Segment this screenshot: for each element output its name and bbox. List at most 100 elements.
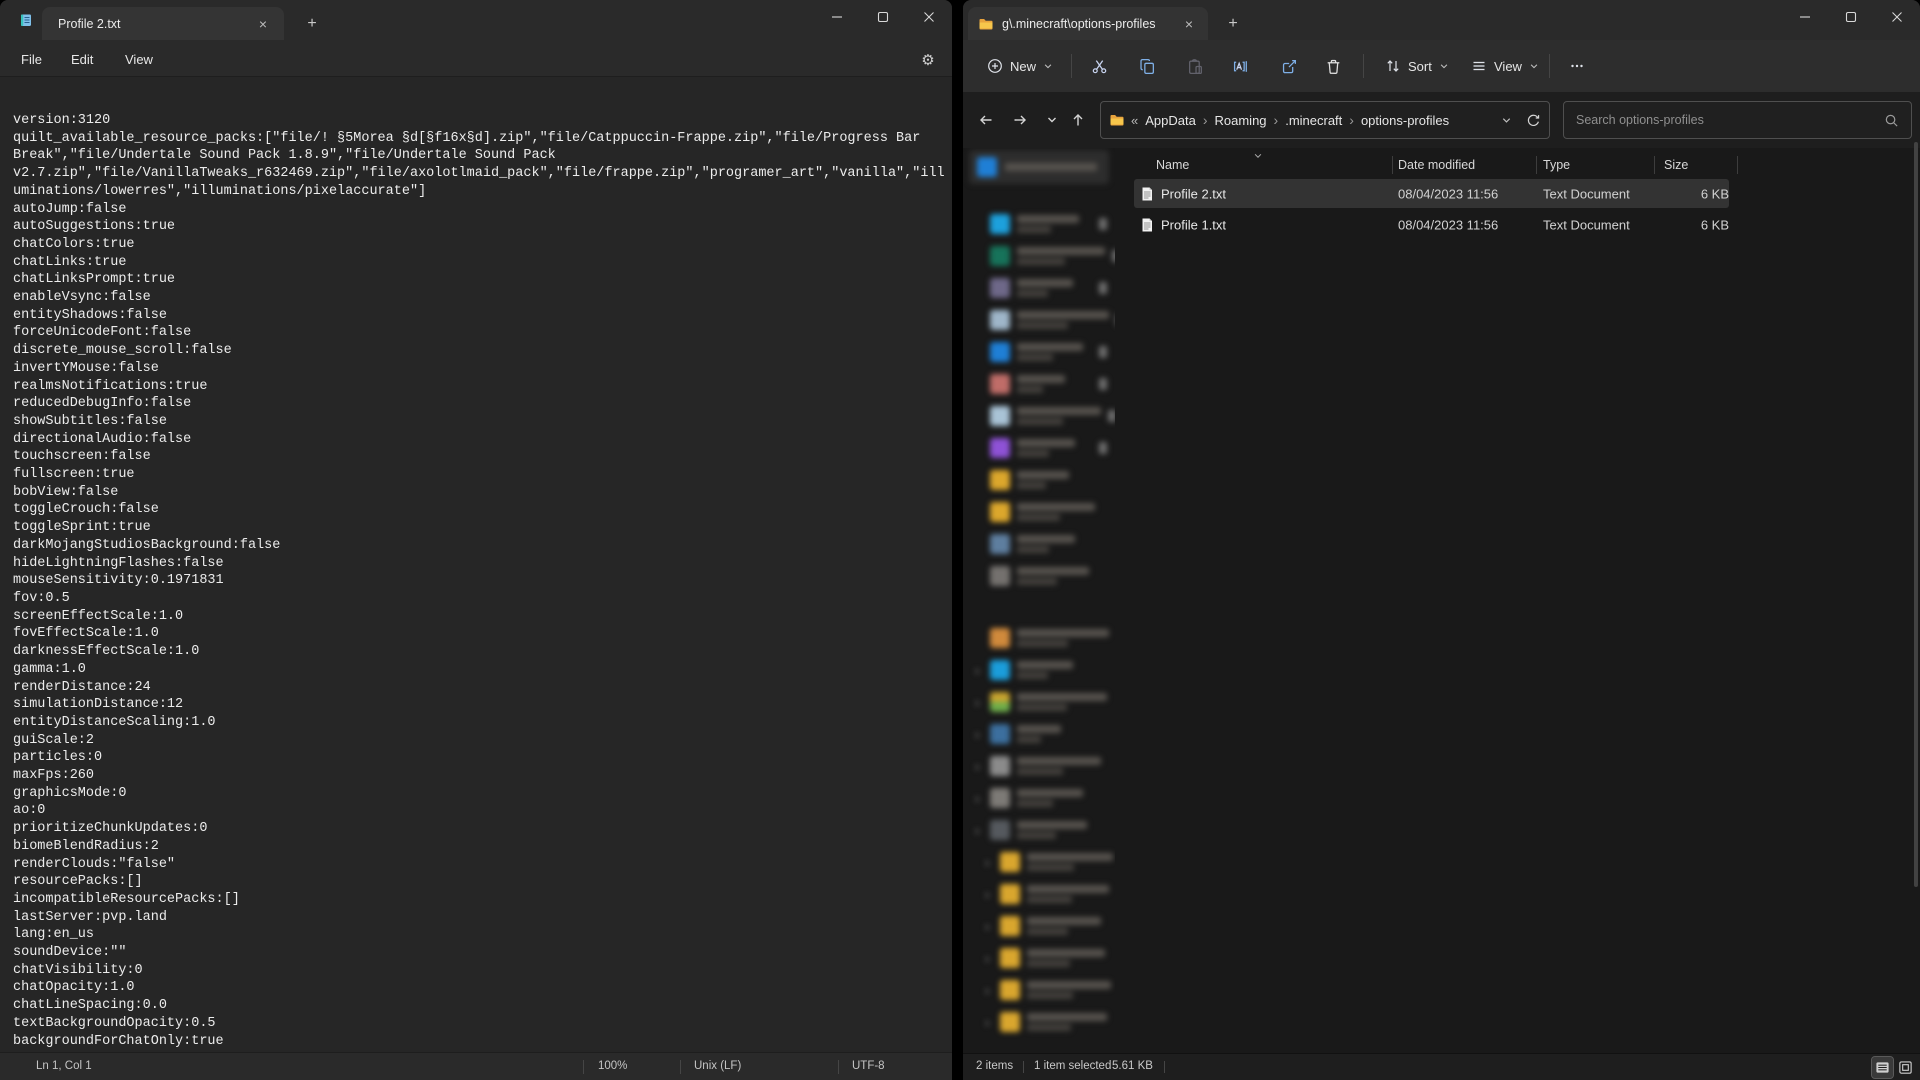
menu-file[interactable]: File bbox=[12, 47, 51, 71]
column-header-type[interactable]: Type bbox=[1543, 158, 1570, 172]
sidebar-item[interactable] bbox=[963, 464, 1115, 496]
column-header-name[interactable]: Name bbox=[1156, 158, 1189, 172]
sidebar-item[interactable] bbox=[963, 400, 1115, 432]
sidebar-item[interactable]: › bbox=[963, 1006, 1115, 1038]
copy-button[interactable] bbox=[1129, 50, 1166, 82]
breadcrumb[interactable]: « AppData›Roaming›.minecraft›options-pro… bbox=[1100, 101, 1550, 139]
icons-view-button[interactable] bbox=[1895, 1057, 1916, 1078]
sidebar-item[interactable] bbox=[963, 528, 1115, 560]
sidebar-item[interactable]: › bbox=[963, 654, 1115, 686]
cut-button[interactable] bbox=[1081, 50, 1118, 82]
menu-view[interactable]: View bbox=[116, 47, 162, 71]
sidebar-item[interactable] bbox=[963, 496, 1115, 528]
pin-icon bbox=[1099, 346, 1107, 358]
notepad-new-tab-button[interactable]: + bbox=[300, 12, 324, 36]
breadcrumb-item[interactable]: .minecraft bbox=[1280, 110, 1347, 131]
new-button-label: New bbox=[1010, 59, 1036, 74]
notepad-maximize-button[interactable] bbox=[860, 0, 906, 34]
delete-button[interactable] bbox=[1315, 50, 1352, 82]
notepad-text-editor[interactable]: version:3120quilt_available_resource_pac… bbox=[0, 76, 952, 1052]
sidebar-item[interactable] bbox=[963, 368, 1115, 400]
sidebar-item[interactable] bbox=[963, 336, 1115, 368]
notepad-close-button[interactable] bbox=[906, 0, 952, 34]
explorer-tab-close-icon[interactable]: × bbox=[1178, 13, 1200, 35]
sidebar-item-icon bbox=[990, 502, 1010, 522]
text-line: chatColors:true bbox=[13, 236, 952, 254]
text-line: lastServer:pvp.land bbox=[13, 909, 952, 927]
sidebar-item[interactable]: › bbox=[963, 750, 1115, 782]
explorer-close-button[interactable] bbox=[1874, 0, 1920, 34]
sidebar-item-label bbox=[1027, 1013, 1107, 1031]
notepad-minimize-button[interactable] bbox=[814, 0, 860, 34]
sidebar-item[interactable]: › bbox=[963, 686, 1115, 718]
address-dropdown-chevron-icon[interactable] bbox=[1501, 115, 1512, 126]
share-button[interactable] bbox=[1271, 50, 1308, 82]
notepad-tab[interactable]: Profile 2.txt × bbox=[42, 7, 284, 40]
zoom-level[interactable]: 100% bbox=[598, 1060, 627, 1072]
text-line: mouseSensitivity:0.1971831 bbox=[13, 572, 952, 590]
search-input[interactable] bbox=[1564, 113, 1884, 127]
column-header-date[interactable]: Date modified bbox=[1398, 158, 1475, 172]
explorer-sidebar[interactable]: ›››››››››››› bbox=[963, 148, 1115, 1053]
sidebar-item[interactable] bbox=[963, 272, 1115, 304]
sidebar-item[interactable] bbox=[963, 560, 1115, 592]
notepad-titlebar: Profile 2.txt × + bbox=[0, 0, 952, 40]
paste-button[interactable] bbox=[1177, 50, 1214, 82]
explorer-minimize-button[interactable] bbox=[1782, 0, 1828, 34]
sidebar-item[interactable]: › bbox=[963, 878, 1115, 910]
sidebar-item[interactable]: › bbox=[963, 782, 1115, 814]
sidebar-item[interactable]: › bbox=[963, 974, 1115, 1006]
breadcrumb-item[interactable]: AppData bbox=[1140, 110, 1201, 131]
text-line: graphicsMode:0 bbox=[13, 785, 952, 803]
sort-button[interactable]: Sort bbox=[1375, 50, 1459, 82]
text-line: chatVisibility:0 bbox=[13, 962, 952, 980]
sidebar-item[interactable]: › bbox=[963, 846, 1115, 878]
breadcrumb-item[interactable]: Roaming bbox=[1210, 110, 1272, 131]
encoding[interactable]: UTF-8 bbox=[852, 1060, 885, 1072]
breadcrumb-overflow[interactable]: « bbox=[1125, 110, 1140, 131]
sidebar-item[interactable] bbox=[963, 622, 1115, 654]
cursor-position: Ln 1, Col 1 bbox=[36, 1060, 92, 1072]
search-icon[interactable] bbox=[1884, 113, 1899, 128]
sidebar-item-icon bbox=[990, 310, 1010, 330]
column-header-size[interactable]: Size bbox=[1664, 158, 1688, 172]
sidebar-scrollbar[interactable] bbox=[1914, 142, 1918, 887]
sidebar-item[interactable]: › bbox=[963, 942, 1115, 974]
explorer-new-tab-button[interactable]: + bbox=[1221, 12, 1245, 36]
explorer-tab[interactable]: g\.minecraft\options-profiles × bbox=[968, 7, 1208, 40]
details-view-button[interactable] bbox=[1872, 1057, 1893, 1078]
explorer-statusbar: 2 items 1 item selected 5.61 KB bbox=[963, 1053, 1920, 1080]
breadcrumb-item[interactable]: options-profiles bbox=[1356, 110, 1454, 131]
view-button-label: View bbox=[1494, 59, 1522, 74]
sidebar-item[interactable]: › bbox=[963, 718, 1115, 750]
sidebar-item[interactable] bbox=[963, 208, 1115, 240]
sidebar-item[interactable] bbox=[963, 304, 1115, 336]
text-line: prioritizeChunkUpdates:0 bbox=[13, 820, 952, 838]
text-line: uminations/lowerres","illuminations/pixe… bbox=[13, 183, 952, 201]
file-row[interactable]: Profile 2.txt08/04/2023 11:56Text Docume… bbox=[1115, 178, 1920, 209]
sidebar-item-label bbox=[1017, 725, 1107, 743]
line-ending[interactable]: Unix (LF) bbox=[694, 1060, 741, 1072]
sidebar-item[interactable] bbox=[963, 240, 1115, 272]
more-options-button[interactable] bbox=[1559, 50, 1595, 82]
sidebar-item-icon bbox=[990, 214, 1010, 234]
sidebar-item-home[interactable] bbox=[969, 150, 1109, 184]
sidebar-item[interactable]: › bbox=[963, 814, 1115, 846]
settings-gear-icon[interactable]: ⚙ bbox=[916, 48, 940, 72]
forward-button[interactable] bbox=[1005, 105, 1035, 135]
up-button[interactable] bbox=[1063, 105, 1093, 135]
explorer-maximize-button[interactable] bbox=[1828, 0, 1874, 34]
search-box[interactable] bbox=[1563, 101, 1912, 139]
refresh-icon[interactable] bbox=[1526, 113, 1541, 128]
sidebar-item[interactable] bbox=[963, 432, 1115, 464]
view-button[interactable]: View bbox=[1461, 50, 1549, 82]
notepad-tab-close-icon[interactable]: × bbox=[252, 13, 274, 35]
sidebar-item[interactable]: › bbox=[963, 910, 1115, 942]
back-button[interactable] bbox=[971, 105, 1001, 135]
menu-edit[interactable]: Edit bbox=[62, 47, 102, 71]
file-row[interactable]: Profile 1.txt08/04/2023 11:56Text Docume… bbox=[1115, 209, 1920, 240]
new-button[interactable]: New bbox=[977, 50, 1063, 82]
sidebar-item-label bbox=[1017, 661, 1107, 679]
rename-button[interactable] bbox=[1223, 50, 1260, 82]
notepad-window-controls bbox=[814, 0, 952, 34]
